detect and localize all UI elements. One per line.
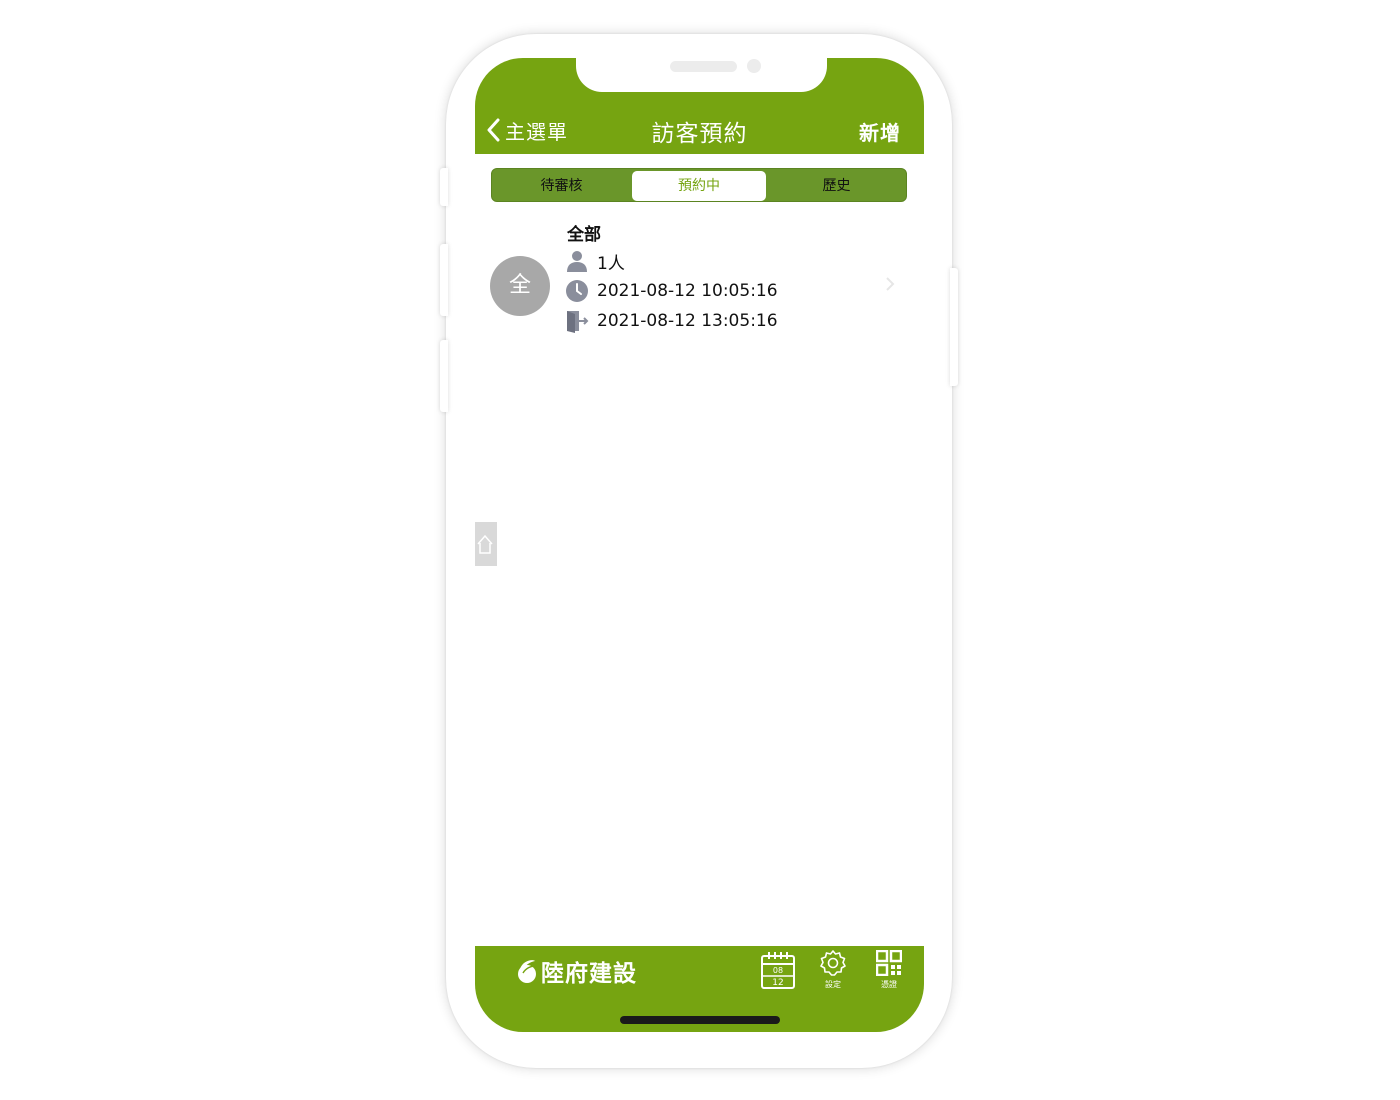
phone-screen: 主選單 訪客預約 新增 待審核 預約中 歷史 全 全部 1人 2021-08-1…: [475, 58, 924, 1032]
front-camera: [747, 59, 761, 73]
home-shortcut-tab[interactable]: [475, 522, 497, 566]
mute-switch: [440, 168, 448, 206]
power-button: [950, 268, 958, 386]
reservation-item[interactable]: 全 全部 1人 2021-08-12 10:05:16 2021-08-12 1…: [475, 216, 924, 336]
speaker: [670, 61, 737, 72]
page-title: 訪客預約: [651, 121, 748, 147]
chevron-right-icon: [886, 277, 895, 291]
volume-up-button: [440, 244, 448, 316]
segmented-control: 待審核 預約中 歷史: [491, 168, 907, 202]
calendar-icon: 08 12: [761, 952, 795, 989]
home-icon: [477, 534, 493, 554]
visitor-count-row: 1人: [565, 249, 625, 274]
volume-down-button: [440, 340, 448, 412]
qr-label: 憑證: [881, 980, 897, 989]
notch: [576, 58, 827, 92]
tab-reserved[interactable]: 預約中: [632, 171, 766, 201]
calendar-month: 08: [773, 966, 783, 975]
back-label: 主選單: [505, 119, 568, 144]
add-button[interactable]: 新增: [859, 117, 901, 146]
tab-pending[interactable]: 待審核: [494, 171, 629, 201]
end-time: 2021-08-12 13:05:16: [597, 311, 778, 331]
brand-name: 陸府建設: [541, 961, 637, 987]
end-time-row: 2021-08-12 13:05:16: [565, 309, 778, 333]
reservation-name: 全部: [567, 225, 601, 245]
person-icon: [567, 251, 587, 272]
clock-icon: [566, 280, 588, 302]
qr-code-icon: [875, 949, 903, 977]
exit-door-icon: [567, 311, 589, 333]
leaf-logo-icon: [518, 960, 536, 983]
visitor-count: 1人: [597, 253, 625, 274]
tab-history[interactable]: 歷史: [769, 171, 904, 201]
qr-pass-button[interactable]: 憑證: [869, 949, 909, 994]
back-button[interactable]: 主選單: [487, 116, 568, 144]
brand-logo: 陸府建設: [515, 956, 637, 987]
nav-header: 主選單 訪客預約 新增: [475, 58, 924, 154]
start-time: 2021-08-12 10:05:16: [597, 281, 778, 301]
calendar-button[interactable]: 08 12: [758, 950, 798, 994]
settings-button[interactable]: 設定: [813, 950, 853, 994]
home-indicator: [620, 1016, 780, 1024]
bottom-bar: 陸府建設 08 12 設定 憑證: [475, 946, 924, 1032]
calendar-day: 12: [772, 978, 783, 988]
chevron-left-icon: [487, 118, 500, 142]
gear-icon: [820, 950, 846, 976]
avatar: 全: [490, 256, 550, 316]
settings-label: 設定: [825, 980, 841, 989]
start-time-row: 2021-08-12 10:05:16: [565, 279, 778, 303]
